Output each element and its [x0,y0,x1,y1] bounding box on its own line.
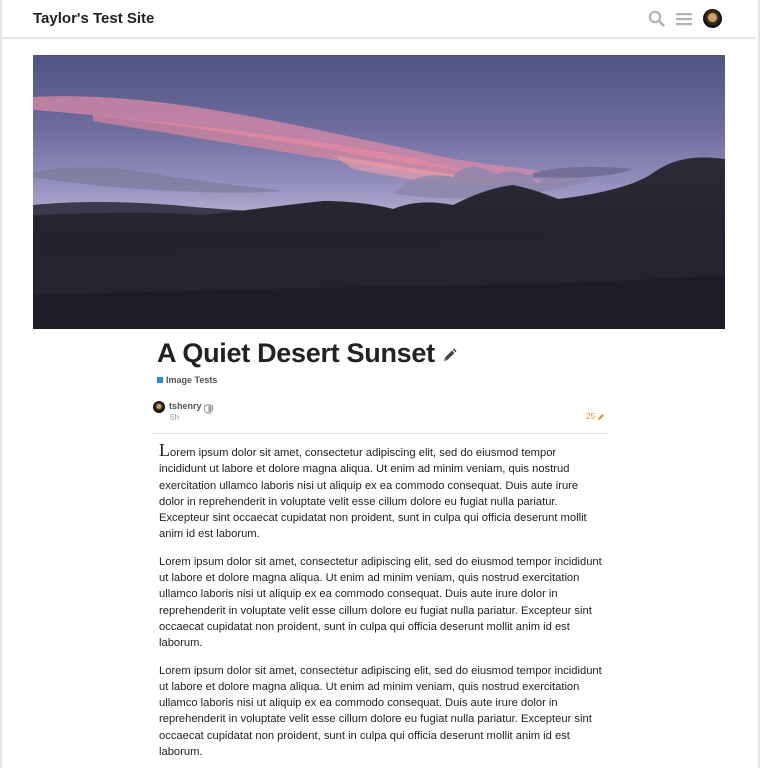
topic-title-row: A Quiet Desert Sunset [157,338,457,369]
pencil-icon [597,413,604,420]
banner-image [33,55,725,329]
user-avatar[interactable] [703,9,722,28]
search-icon [648,10,665,27]
post-paragraph: Lorem ipsum dolor sit amet, consectetur … [159,664,602,759]
edit-count: 25 [586,412,595,421]
edit-title-pencil-icon[interactable] [442,348,457,368]
post-paragraph: Lorem ipsum dolor sit amet, consectetur … [159,440,604,543]
hamburger-menu-icon [676,12,692,25]
post-divider [152,433,609,434]
post-age[interactable]: 5h [170,413,179,422]
search-button[interactable] [647,10,665,28]
author-avatar[interactable] [153,401,165,413]
edit-history-button[interactable]: 25 [586,412,605,421]
window-left-edge [0,0,2,768]
paragraph-text: orem ipsum dolor sit amet, consectetur a… [159,447,587,541]
header-icons [647,9,722,28]
post-paragraph: Lorem ipsum dolor sit amet, consectetur … [159,555,602,650]
category-name: Image Tests [166,375,218,385]
author-name[interactable]: tshenry [169,401,202,411]
category-badge[interactable]: Image Tests [157,375,217,385]
site-header: Taylor's Test Site [2,0,756,39]
drop-cap: L [159,440,170,460]
topic-title: A Quiet Desert Sunset [157,338,435,368]
menu-button[interactable] [675,10,693,28]
shield-icon [204,401,213,419]
category-color-swatch [157,377,163,383]
post-body: Lorem ipsum dolor sit amet, consectetur … [159,440,604,771]
site-title[interactable]: Taylor's Test Site [33,10,154,27]
